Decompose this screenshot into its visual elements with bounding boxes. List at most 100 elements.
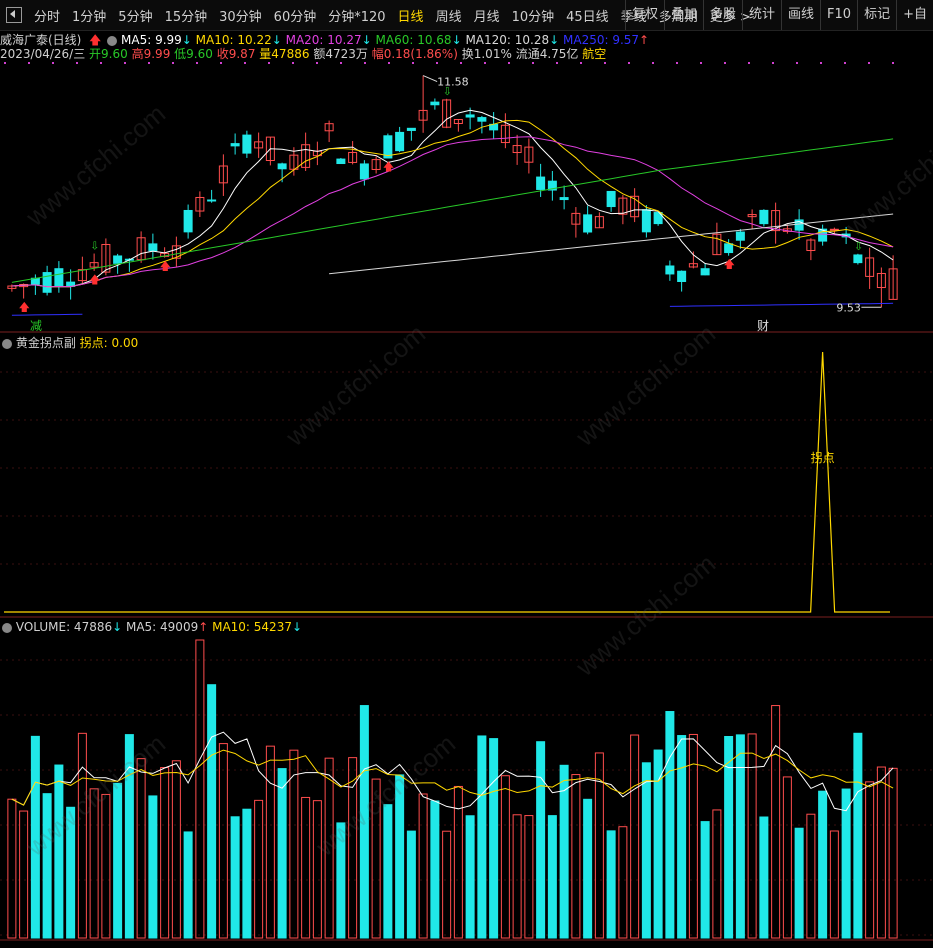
volume-bar: [7, 798, 17, 939]
buy-arrow-icon: 🡅: [160, 260, 171, 273]
volume-bar: [771, 705, 781, 939]
volume-bar: [782, 776, 792, 939]
candle: [465, 114, 475, 118]
candle: [677, 270, 687, 283]
volume-bar: [254, 799, 264, 939]
volume-bar: [630, 734, 640, 939]
signal-label: 拐点: [811, 450, 835, 465]
grid-dot: [820, 62, 822, 64]
candle: [183, 209, 193, 233]
volume-bar: [371, 778, 381, 939]
volume-bar: [735, 734, 745, 939]
sell-arrow-icon: ⇩: [90, 240, 99, 253]
volume-bar: [524, 815, 534, 939]
grid-dot: [532, 62, 534, 64]
candle: [700, 268, 710, 276]
volume-bar: [759, 816, 769, 939]
tag-right: 财: [757, 319, 769, 333]
volume-bar: [183, 831, 193, 939]
volume-bar: [571, 774, 581, 939]
grid-dot: [244, 62, 246, 64]
grid-dot: [748, 62, 750, 64]
ma250-line: [11, 313, 83, 316]
volume-bar: [218, 743, 228, 939]
candle: [477, 117, 487, 122]
volume-bar: [430, 800, 440, 939]
volume-bar: [477, 735, 487, 939]
settings-circle-icon[interactable]: [2, 338, 12, 349]
volume-bar: [195, 639, 205, 939]
volume-bar: [418, 793, 428, 939]
volume-bar: [712, 809, 722, 939]
candle: [665, 265, 675, 275]
candle: [54, 268, 64, 287]
ma10-line: [11, 119, 894, 288]
grid-dot: [388, 62, 390, 64]
buy-arrow-icon: 🡅: [724, 258, 735, 271]
grid-dot: [628, 62, 630, 64]
volume-bar: [841, 788, 851, 939]
sell-arrow-icon: ⇩: [443, 85, 452, 98]
candle: [735, 231, 745, 241]
grid-dot: [652, 62, 654, 64]
volume-bar: [618, 826, 628, 939]
indicator-value: 拐点: 0.00: [79, 336, 139, 350]
volume-bar: [19, 810, 29, 939]
sell-arrow-icon: ⇩: [854, 240, 863, 253]
grid-dot: [124, 62, 126, 64]
volume-bar: [324, 757, 334, 939]
volume-bar: [888, 767, 898, 939]
volume-bar: [77, 732, 87, 939]
grid-dot: [340, 62, 342, 64]
settings-circle-icon[interactable]: [2, 622, 12, 633]
volume-bar: [242, 808, 252, 939]
volume-bar: [148, 795, 158, 939]
grid-dot: [220, 62, 222, 64]
volume-bar: [312, 800, 322, 939]
low-label: 9.53: [836, 301, 861, 314]
grid-dot: [100, 62, 102, 64]
volume-bar: [406, 830, 416, 939]
volume-bar: [42, 793, 52, 939]
volume-bar: [853, 732, 863, 939]
volume-label: VOLUME: 47886: [15, 620, 113, 634]
volume-bar: [536, 741, 546, 939]
volume-bar: [677, 735, 687, 939]
grid-dot: [604, 62, 606, 64]
ma120-line: [329, 213, 894, 275]
candle: [113, 255, 123, 264]
buy-arrow-icon: 🡅: [19, 301, 30, 314]
tag-left: 减: [30, 319, 42, 333]
volume-bar: [383, 804, 393, 939]
volume-panel: [7, 639, 898, 939]
candle: [759, 209, 769, 225]
vol-ma5-label: MA5: 49009: [125, 620, 199, 634]
turning-point-line: [4, 351, 890, 613]
grid-dot: [316, 62, 318, 64]
volume-bar: [230, 816, 240, 939]
volume-bar: [30, 735, 40, 939]
volume-bar: [700, 821, 710, 939]
volume-bar: [124, 734, 134, 939]
volume-bar: [207, 684, 217, 939]
volume-bar: [54, 764, 64, 939]
grid-dot: [412, 62, 414, 64]
up-arrow-icon: ↑: [198, 620, 213, 634]
volume-bar: [160, 767, 170, 939]
volume-bar: [583, 798, 593, 939]
grid-dot: [724, 62, 726, 64]
candle: [359, 163, 369, 180]
volume-bar: [606, 830, 616, 939]
volume-bar: [336, 822, 346, 939]
candle: [583, 214, 593, 233]
volume-bar: [489, 738, 499, 939]
volume-bar: [301, 796, 311, 939]
volume-bar: [395, 774, 405, 939]
volume-bar: [829, 830, 839, 939]
indicator-panel: 拐点: [4, 351, 890, 613]
chart-canvas[interactable]: 11.589.53🡅🡅🡅🡅🡅⇩⇩⇩减财 拐点: [0, 0, 933, 948]
candle: [148, 243, 158, 252]
volume-bar: [89, 788, 99, 939]
indicator-legend: 黄金拐点副 拐点: 0.00: [0, 334, 138, 351]
grid-dot: [148, 62, 150, 64]
